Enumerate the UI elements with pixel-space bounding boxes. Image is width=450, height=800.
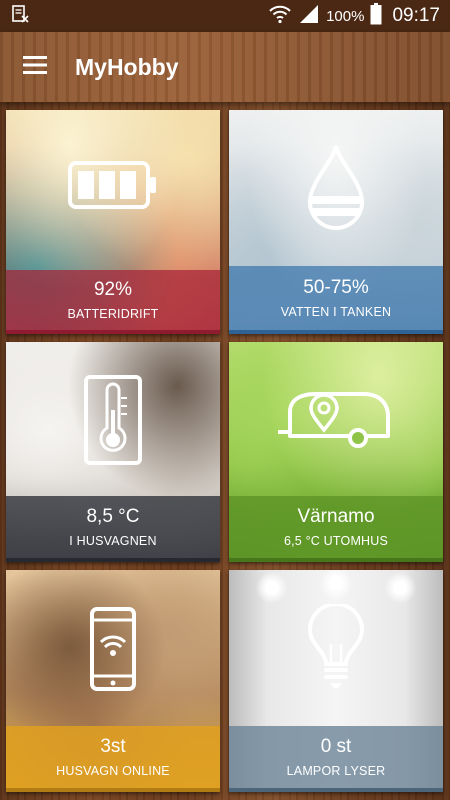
battery-icon (370, 3, 382, 29)
battery-percent: 100% (326, 7, 365, 25)
caravan-location-icon (229, 386, 443, 450)
battery-label: BATTERIDRIFT (67, 307, 159, 321)
battery-tile[interactable]: 92% BATTERIDRIFT (6, 110, 220, 334)
online-label: HUSVAGN ONLINE (56, 764, 170, 778)
water-drop-icon (229, 140, 443, 232)
menu-button[interactable] (0, 32, 70, 102)
location-info-band: Värnamo 6,5 °C UTOMHUS (229, 496, 443, 562)
lamps-info-band: 0 st LAMPOR LYSER (229, 726, 443, 792)
indoor-temp-label: I HUSVAGNEN (69, 534, 157, 548)
clock: 09:17 (392, 5, 440, 26)
lamps-value: 0 st (320, 736, 352, 757)
light-bulb-icon (229, 604, 443, 692)
water-tank-tile[interactable]: 50-75% VATTEN I TANKEN (229, 110, 443, 334)
water-value: 50-75% (303, 277, 369, 298)
lamps-tile[interactable]: 0 st LAMPOR LYSER (229, 570, 443, 792)
location-value: Värnamo (297, 506, 375, 527)
indoor-temperature-tile[interactable]: 8,5 °C I HUSVAGNEN (6, 342, 220, 562)
thermometer-icon (6, 374, 220, 466)
dashboard-grid: 92% BATTERIDRIFT 50-75% VATTEN I TANKEN … (0, 102, 450, 800)
app-toolbar: MyHobby (0, 32, 450, 102)
app-title: MyHobby (75, 53, 179, 80)
hamburger-menu-icon (23, 55, 47, 79)
online-devices-tile[interactable]: 3st HUSVAGN ONLINE (6, 570, 220, 792)
online-value: 3st (100, 736, 126, 757)
status-bar: 100% 09:17 (0, 0, 450, 32)
indoor-temp-value: 8,5 °C (86, 506, 140, 527)
indoor-temp-info-band: 8,5 °C I HUSVAGNEN (6, 496, 220, 562)
battery-icon (6, 160, 220, 210)
phone-wifi-icon (6, 606, 220, 692)
notification-icon (10, 4, 30, 29)
outdoor-temp-label: 6,5 °C UTOMHUS (283, 534, 389, 548)
signal-icon (298, 4, 320, 28)
battery-value: 92% (93, 279, 133, 300)
location-weather-tile[interactable]: Värnamo 6,5 °C UTOMHUS (229, 342, 443, 562)
water-label: VATTEN I TANKEN (280, 305, 392, 319)
lamps-label: LAMPOR LYSER (286, 764, 386, 778)
wifi-icon (268, 4, 292, 28)
water-info-band: 50-75% VATTEN I TANKEN (229, 266, 443, 334)
battery-info-band: 92% BATTERIDRIFT (6, 270, 220, 334)
online-info-band: 3st HUSVAGN ONLINE (6, 726, 220, 792)
